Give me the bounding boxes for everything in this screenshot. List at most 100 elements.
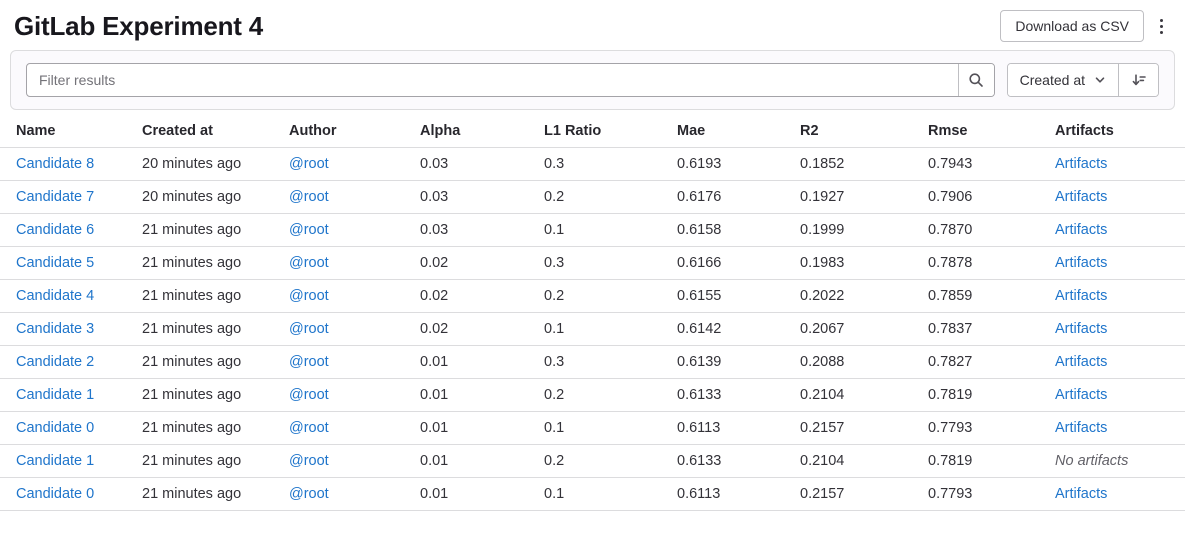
table-row: Candidate 621 minutes ago@root0.030.10.6… [0, 214, 1185, 247]
created-at-value: 20 minutes ago [142, 189, 241, 205]
candidate-link[interactable]: Candidate 1 [16, 387, 94, 403]
r2-value: 0.2157 [800, 486, 844, 502]
chevron-down-icon [1094, 74, 1106, 86]
candidate-link[interactable]: Candidate 0 [16, 420, 94, 436]
top-actions: Download as CSV [1000, 10, 1171, 42]
l1-ratio-value: 0.1 [544, 486, 564, 502]
artifacts-link[interactable]: Artifacts [1055, 420, 1107, 436]
mae-value: 0.6158 [677, 222, 721, 238]
created-at-value: 21 minutes ago [142, 354, 241, 370]
search-button[interactable] [958, 64, 994, 96]
l1-ratio-value: 0.1 [544, 321, 564, 337]
r2-value: 0.2104 [800, 453, 844, 469]
vertical-ellipsis-icon [1160, 31, 1163, 34]
table-row: Candidate 321 minutes ago@root0.020.10.6… [0, 313, 1185, 346]
rmse-value: 0.7793 [928, 420, 972, 436]
sort-field-label: Created at [1020, 72, 1085, 88]
artifacts-link[interactable]: Artifacts [1055, 156, 1107, 172]
l1-ratio-value: 0.1 [544, 222, 564, 238]
filter-results-input[interactable] [27, 64, 958, 96]
rmse-value: 0.7943 [928, 156, 972, 172]
vertical-ellipsis-icon [1160, 19, 1163, 22]
column-header-r2: R2 [800, 115, 928, 148]
artifacts-link[interactable]: Artifacts [1055, 288, 1107, 304]
sort-group: Created at [1007, 63, 1159, 97]
column-header-name: Name [0, 115, 142, 148]
mae-value: 0.6133 [677, 453, 721, 469]
l1-ratio-value: 0.2 [544, 387, 564, 403]
column-header-rmse: Rmse [928, 115, 1055, 148]
author-link[interactable]: @root [289, 255, 329, 271]
artifacts-link[interactable]: Artifacts [1055, 354, 1107, 370]
alpha-value: 0.01 [420, 486, 448, 502]
alpha-value: 0.01 [420, 420, 448, 436]
table-row: Candidate 021 minutes ago@root0.010.10.6… [0, 412, 1185, 445]
top-bar: GitLab Experiment 4 Download as CSV [0, 0, 1185, 50]
created-at-value: 21 minutes ago [142, 255, 241, 271]
candidate-link[interactable]: Candidate 7 [16, 189, 94, 205]
r2-value: 0.1927 [800, 189, 844, 205]
artifacts-link[interactable]: Artifacts [1055, 255, 1107, 271]
author-link[interactable]: @root [289, 156, 329, 172]
l1-ratio-value: 0.1 [544, 420, 564, 436]
created-at-value: 20 minutes ago [142, 156, 241, 172]
r2-value: 0.2088 [800, 354, 844, 370]
l1-ratio-value: 0.3 [544, 255, 564, 271]
filter-bar: Created at [10, 50, 1175, 110]
mae-value: 0.6142 [677, 321, 721, 337]
author-link[interactable]: @root [289, 189, 329, 205]
candidate-link[interactable]: Candidate 0 [16, 486, 94, 502]
more-actions-button[interactable] [1152, 13, 1171, 40]
candidate-link[interactable]: Candidate 8 [16, 156, 94, 172]
column-header-artifacts: Artifacts [1055, 115, 1185, 148]
candidate-link[interactable]: Candidate 3 [16, 321, 94, 337]
rmse-value: 0.7819 [928, 387, 972, 403]
search-group [26, 63, 995, 97]
author-link[interactable]: @root [289, 321, 329, 337]
created-at-value: 21 minutes ago [142, 387, 241, 403]
author-link[interactable]: @root [289, 486, 329, 502]
mae-value: 0.6176 [677, 189, 721, 205]
alpha-value: 0.03 [420, 222, 448, 238]
results-table-body: Candidate 8 20 minutes ago @root 0.03 0.3 0.6… [0, 148, 1185, 511]
r2-value: 0.2067 [800, 321, 844, 337]
download-csv-button[interactable]: Download as CSV [1000, 10, 1144, 42]
candidate-link[interactable]: Candidate 1 [16, 453, 94, 469]
author-link[interactable]: @root [289, 453, 329, 469]
rmse-value: 0.7870 [928, 222, 972, 238]
l1-ratio-value: 0.3 [544, 354, 564, 370]
mae-value: 0.6155 [677, 288, 721, 304]
artifacts-link[interactable]: Artifacts [1055, 387, 1107, 403]
l1-ratio-value: 0.2 [544, 189, 564, 205]
rmse-value: 0.7827 [928, 354, 972, 370]
author-link[interactable]: @root [289, 354, 329, 370]
author-link[interactable]: @root [289, 420, 329, 436]
l1-ratio-value: 0.2 [544, 453, 564, 469]
author-link[interactable]: @root [289, 222, 329, 238]
r2-value: 0.2022 [800, 288, 844, 304]
artifacts-link[interactable]: Artifacts [1055, 321, 1107, 337]
alpha-value: 0.01 [420, 453, 448, 469]
author-link[interactable]: @root [289, 387, 329, 403]
candidate-link[interactable]: Candidate 6 [16, 222, 94, 238]
candidate-link[interactable]: Candidate 5 [16, 255, 94, 271]
table-header-row: Name Created at Author Alpha L1 Ratio Ma… [0, 115, 1185, 148]
rmse-value: 0.7819 [928, 453, 972, 469]
candidate-link[interactable]: Candidate 2 [16, 354, 94, 370]
sort-field-dropdown[interactable]: Created at [1008, 64, 1118, 96]
table-row: Candidate 421 minutes ago@root0.020.20.6… [0, 280, 1185, 313]
sort-direction-button[interactable] [1118, 64, 1158, 96]
artifacts-link[interactable]: Artifacts [1055, 222, 1107, 238]
no-artifacts-label: No artifacts [1055, 453, 1128, 469]
results-table: Name Created at Author Alpha L1 Ratio Ma… [0, 115, 1185, 511]
candidate-link[interactable]: Candidate 4 [16, 288, 94, 304]
r2-value: 0.1983 [800, 255, 844, 271]
artifacts-link[interactable]: Artifacts [1055, 486, 1107, 502]
search-icon [968, 72, 984, 88]
rmse-value: 0.7906 [928, 189, 972, 205]
created-at-value: 21 minutes ago [142, 420, 241, 436]
mae-value: 0.6193 [677, 156, 721, 172]
artifacts-link[interactable]: Artifacts [1055, 189, 1107, 205]
column-header-author: Author [289, 115, 420, 148]
author-link[interactable]: @root [289, 288, 329, 304]
